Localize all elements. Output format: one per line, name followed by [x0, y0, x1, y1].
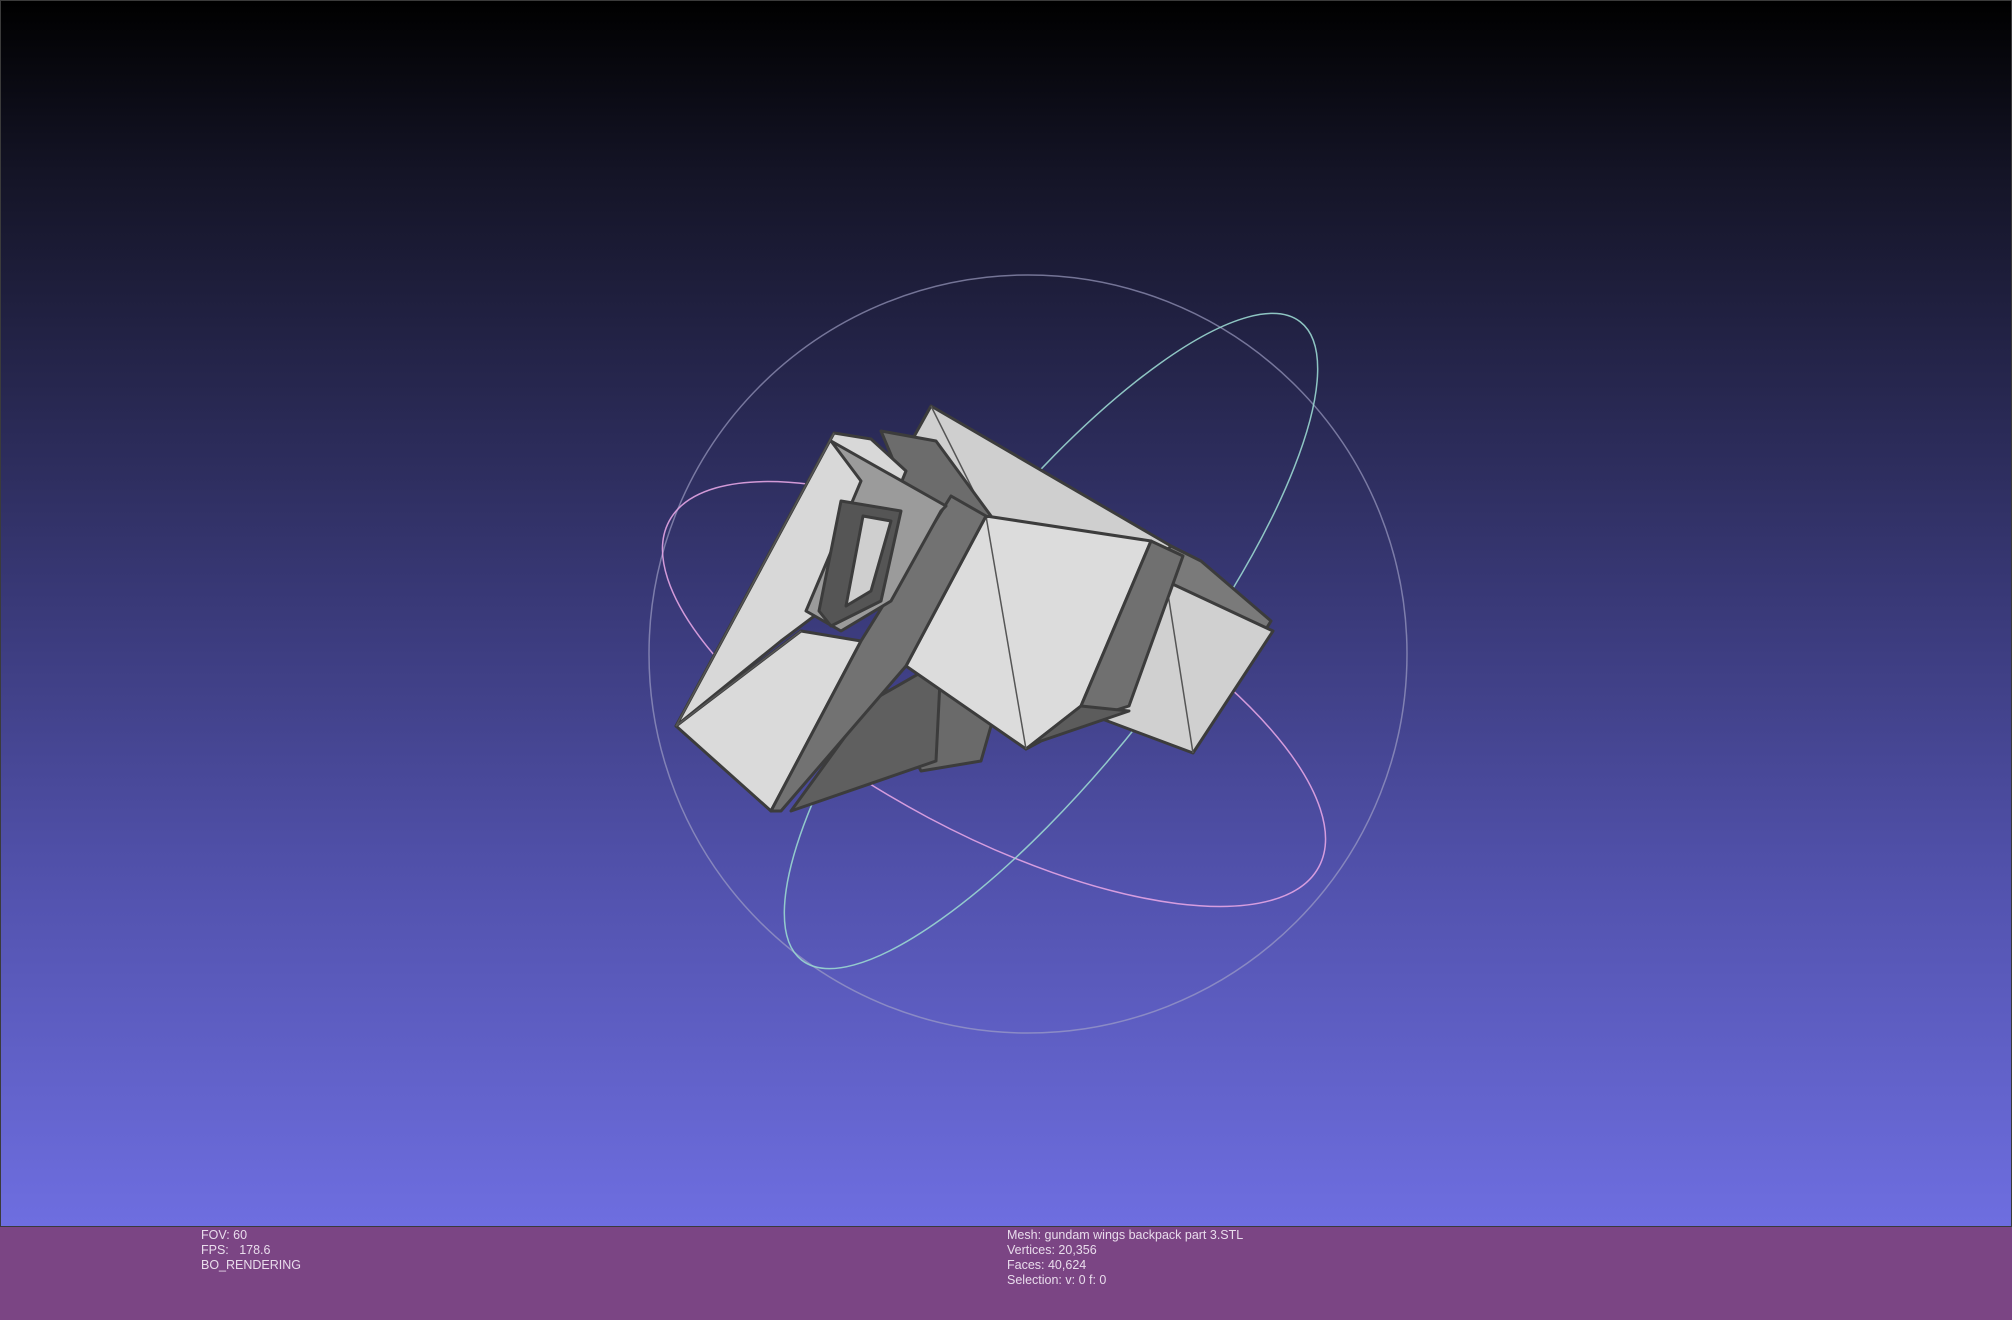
fov-label: FOV: 60 — [201, 1228, 248, 1242]
mesh-info: Mesh: gundam wings backpack part 3.STL V… — [1007, 1228, 1243, 1288]
rendering-mode-label: BO_RENDERING — [201, 1258, 302, 1272]
render-info: FOV: 60 FPS: 178.6 BO_RENDERING — [201, 1228, 301, 1273]
faces-count-label: Faces: 40,624 — [1007, 1258, 1087, 1272]
fps-label: FPS: 178.6 — [201, 1243, 271, 1257]
selection-label: Selection: v: 0 f: 0 — [1007, 1273, 1107, 1287]
scene-canvas[interactable] — [1, 1, 2012, 1227]
3d-viewport[interactable] — [0, 0, 2012, 1227]
vertices-count-label: Vertices: 20,356 — [1007, 1243, 1097, 1257]
mesh-name-label: Mesh: gundam wings backpack part 3.STL — [1007, 1228, 1244, 1242]
status-bar: FOV: 60 FPS: 178.6 BO_RENDERING Mesh: gu… — [0, 1227, 2012, 1320]
mesh-model[interactable] — [674, 404, 1275, 813]
